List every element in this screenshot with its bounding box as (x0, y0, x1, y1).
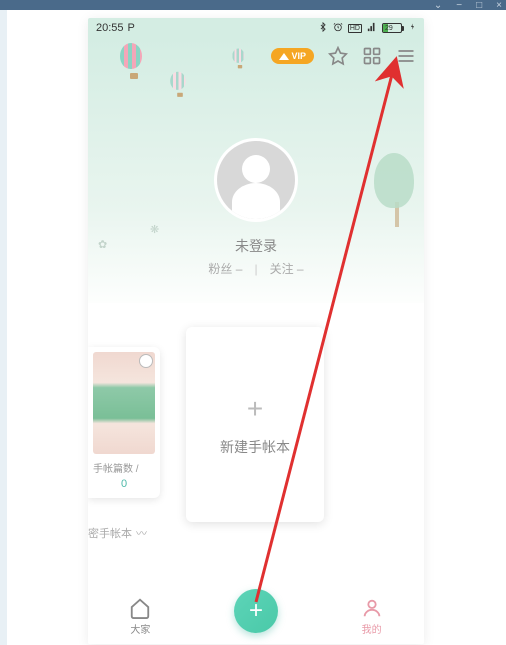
notebook-card[interactable]: 手帐篇数 / 0 (88, 347, 160, 498)
new-notebook-label: 新建手帐本 (220, 437, 290, 457)
window-dropdown[interactable]: ⌄ (434, 0, 442, 11)
follow-stats: 粉丝 – | 关注 – (208, 260, 303, 277)
profile-icon (361, 597, 383, 619)
left-strip (0, 10, 7, 645)
nav-profile-label: 我的 (362, 621, 382, 636)
hd-icon: HD (348, 24, 362, 33)
nav-profile[interactable]: 我的 (361, 597, 383, 636)
hamburger-menu-icon[interactable] (396, 46, 416, 66)
new-notebook-button[interactable]: + 新建手帐本 (186, 327, 324, 522)
balloon-decoration (232, 49, 247, 70)
username-label[interactable]: 未登录 (235, 236, 277, 256)
vip-badge[interactable]: VIP (271, 48, 314, 64)
notebook-thumbnail (93, 352, 155, 454)
grid-icon[interactable] (362, 46, 382, 66)
dandelion-decoration: ❋ (150, 223, 159, 236)
top-toolbar: VIP (271, 46, 416, 66)
phone-screen: 20:55 P HD 29 (88, 18, 424, 644)
wave-icon: 〰 (136, 525, 147, 541)
balloon-decoration (120, 43, 148, 81)
tree-decoration (374, 153, 420, 225)
plus-icon: + (249, 597, 263, 625)
bluetooth-icon (318, 22, 328, 35)
notebooks-area: 手帐篇数 / 0 + 新建手帐本 密手帐本 〰 (88, 303, 424, 578)
secret-notebook-label[interactable]: 密手帐本 〰 (88, 525, 147, 541)
status-p-indicator: P (128, 22, 135, 34)
nav-home-label: 大家 (130, 621, 150, 636)
outer-container: 20:55 P HD 29 (0, 10, 506, 645)
notebook-stat-count: 0 (93, 478, 155, 490)
profile-header: ✿ ❋ VIP 未登录 粉 (88, 38, 424, 303)
signal-icon (367, 22, 377, 35)
stats-divider: | (254, 262, 257, 276)
status-bar: 20:55 P HD 29 (88, 18, 424, 38)
alarm-icon (333, 22, 343, 35)
dandelion-decoration: ✿ (98, 238, 107, 251)
nav-add-button[interactable]: + (234, 589, 278, 633)
bottom-nav: 大家 + 我的 (88, 588, 424, 644)
battery-indicator: 29 (382, 23, 404, 33)
avatar[interactable] (214, 138, 298, 222)
home-icon (129, 597, 151, 619)
charging-icon (409, 22, 416, 35)
window-titlebar: ⌄ − □ × (0, 0, 506, 10)
window-maximize[interactable]: □ (476, 0, 482, 11)
window-close[interactable]: × (496, 0, 502, 11)
nav-home[interactable]: 大家 (129, 597, 151, 636)
following-stat[interactable]: 关注 – (270, 260, 304, 277)
notebook-stat-label: 手帐篇数 / (93, 460, 155, 475)
fans-stat[interactable]: 粉丝 – (208, 260, 242, 277)
status-time: 20:55 (96, 22, 124, 34)
window-minimize[interactable]: − (456, 0, 462, 11)
star-icon[interactable] (328, 46, 348, 66)
balloon-decoration (170, 72, 190, 99)
notebook-badge-icon (139, 354, 153, 368)
plus-icon: + (247, 393, 263, 425)
